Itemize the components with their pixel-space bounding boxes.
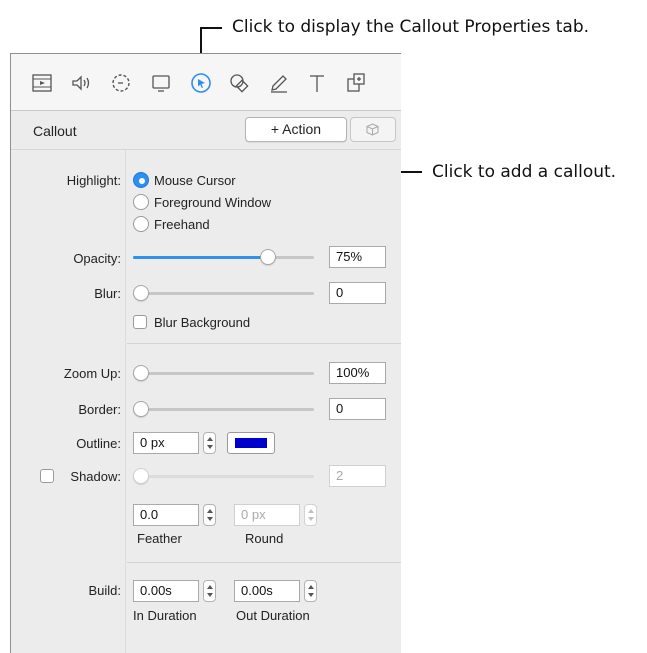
out-duration-stepper[interactable]	[304, 580, 317, 602]
round-label: Round	[245, 531, 284, 546]
radio-label-freehand: Freehand	[154, 217, 210, 232]
blur-slider[interactable]	[133, 285, 314, 301]
radio-label-mouse-cursor: Mouse Cursor	[154, 173, 236, 188]
border-slider[interactable]	[133, 401, 314, 417]
in-duration-label: In Duration	[133, 608, 197, 623]
opacity-slider[interactable]	[133, 249, 314, 265]
cube-icon	[366, 123, 379, 136]
feather-stepper[interactable]	[203, 504, 216, 526]
zoom-up-field[interactable]: 100%	[329, 362, 386, 384]
text-icon[interactable]	[305, 71, 329, 95]
build-label: Build:	[88, 583, 121, 598]
opacity-label: Opacity:	[73, 251, 121, 266]
radio-freehand[interactable]	[133, 216, 149, 232]
outline-color-well[interactable]	[227, 432, 275, 454]
video-icon[interactable]	[30, 71, 54, 95]
callout-header: Callout + Action	[11, 111, 401, 150]
shapes-icon[interactable]	[227, 71, 251, 95]
inspector-toolbar	[11, 54, 401, 111]
callout-panel: Callout + Action Highlight: Mouse Cursor…	[10, 53, 401, 653]
screen-icon[interactable]	[149, 71, 173, 95]
feather-label: Feather	[137, 531, 182, 546]
radio-mouse-cursor[interactable]	[133, 172, 149, 188]
zoom-up-slider[interactable]	[133, 365, 314, 381]
highlight-label: Highlight:	[66, 173, 121, 188]
shadow-thumb[interactable]	[133, 468, 149, 484]
radio-label-foreground-window: Foreground Window	[154, 195, 272, 210]
opacity-fill	[133, 256, 268, 259]
section-separator	[127, 562, 401, 563]
blur-field[interactable]: 0	[329, 282, 386, 304]
blur-label: Blur:	[94, 286, 121, 301]
layers-icon[interactable]	[344, 71, 368, 95]
blur-background-label: Blur Background	[154, 315, 251, 330]
shadow-field[interactable]: 2	[329, 465, 386, 487]
panel-title: Callout	[33, 123, 77, 139]
border-field[interactable]: 0	[329, 398, 386, 420]
cube-button[interactable]	[350, 117, 396, 142]
tab-annotation: Click to display the Callout Properties …	[232, 17, 590, 37]
blur-thumb[interactable]	[133, 285, 149, 301]
outline-label: Outline:	[76, 436, 121, 451]
shadow-slider[interactable]	[133, 468, 314, 484]
outline-stepper[interactable]	[203, 432, 216, 454]
section-separator	[127, 343, 401, 344]
zoom-up-thumb[interactable]	[133, 365, 149, 381]
timer-icon[interactable]	[109, 71, 133, 95]
in-duration-stepper[interactable]	[203, 580, 216, 602]
border-label: Border:	[78, 402, 121, 417]
blur-background-checkbox[interactable]	[133, 315, 147, 329]
outline-field[interactable]: 0 px	[133, 432, 199, 454]
tab-leader-h	[200, 27, 222, 29]
pen-icon[interactable]	[267, 71, 291, 95]
opacity-thumb[interactable]	[260, 249, 276, 265]
out-duration-field[interactable]: 0.00s	[234, 580, 300, 602]
label-column-divider	[125, 150, 126, 653]
action-annotation: Click to add a callout.	[432, 162, 617, 182]
add-action-button[interactable]: + Action	[245, 117, 347, 142]
round-field[interactable]: 0 px	[234, 504, 300, 526]
opacity-field[interactable]: 75%	[329, 246, 386, 268]
round-stepper[interactable]	[304, 504, 317, 526]
in-duration-field[interactable]: 0.00s	[133, 580, 199, 602]
outline-color	[235, 438, 267, 448]
border-thumb[interactable]	[133, 401, 149, 417]
cursor-icon[interactable]	[189, 71, 213, 95]
shadow-label: Shadow:	[70, 469, 121, 484]
radio-foreground-window[interactable]	[133, 194, 149, 210]
shadow-checkbox[interactable]	[40, 469, 54, 483]
feather-field[interactable]: 0.0	[133, 504, 199, 526]
audio-icon[interactable]	[69, 71, 93, 95]
zoom-up-label: Zoom Up:	[63, 366, 121, 381]
out-duration-label: Out Duration	[236, 608, 310, 623]
